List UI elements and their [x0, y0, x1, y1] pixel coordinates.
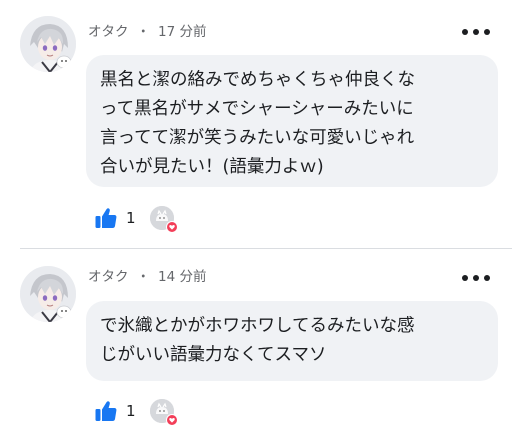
comment-text-line: 黒名と潔の絡みでめちゃくちゃ仲良くな — [100, 70, 415, 90]
comment-text-line: 言ってて潔が笑うみたいな可愛いじゃれ — [100, 128, 415, 148]
comment: オタク・ 17 分前 黒名と潔の絡みでめちゃくちゃ仲良くな って黒名がサメでシャー… — [0, 0, 512, 240]
thumbs-up-icon — [95, 401, 117, 421]
comment-divider — [20, 248, 512, 249]
reaction-bar: 1 — [92, 396, 178, 426]
comment-bubble: で氷織とかがホワホワしてるみたいな感 じがいい語彙力なくてスマソ — [86, 301, 498, 381]
heart-reaction-badge — [166, 414, 178, 426]
heart-icon — [167, 222, 177, 232]
thumbs-up-icon — [95, 208, 117, 228]
heart-reaction-badge — [166, 221, 178, 233]
timestamp[interactable]: 17 分前 — [158, 24, 206, 40]
comment-bubble: 黒名と潔の絡みでめちゃくちゃ仲良くな って黒名がサメでシャーシャーみたいに 言っ… — [86, 55, 498, 187]
more-options-button[interactable] — [462, 271, 490, 285]
dot-icon — [462, 275, 468, 281]
avatar[interactable] — [20, 266, 76, 322]
comment-text-line: で氷織とかがホワホワしてるみたいな感 — [100, 316, 415, 336]
comment-text-line: じがいい語彙力なくてスマソ — [100, 345, 327, 365]
like-button[interactable] — [92, 204, 120, 232]
meta-separator: ・ — [136, 269, 151, 285]
author-name[interactable]: オタク — [88, 24, 129, 40]
author-name[interactable]: オタク — [88, 269, 129, 285]
reactor-avatar[interactable] — [150, 399, 178, 426]
dot-icon — [462, 29, 468, 35]
like-button[interactable] — [92, 397, 120, 425]
like-count[interactable]: 1 — [126, 209, 138, 227]
dot-icon — [473, 275, 479, 281]
reactor-avatar[interactable] — [150, 206, 178, 233]
comment-meta: オタク・ 14 分前 — [88, 267, 206, 287]
comment-text-line: 合いが見たい！(語彙力よｗ) — [100, 157, 324, 177]
more-options-button[interactable] — [462, 25, 490, 39]
avatar[interactable] — [20, 16, 76, 72]
comment: オタク・ 14 分前 で氷織とかがホワホワしてるみたいな感 じがいい語彙力なくてス… — [0, 250, 512, 428]
dot-icon — [473, 29, 479, 35]
comment-text-line: って黒名がサメでシャーシャーみたいに — [100, 99, 414, 119]
reaction-bar: 1 — [92, 203, 178, 233]
dot-icon — [484, 29, 490, 35]
heart-icon — [167, 415, 177, 425]
timestamp[interactable]: 14 分前 — [158, 269, 206, 285]
meta-separator: ・ — [136, 24, 151, 40]
like-count[interactable]: 1 — [126, 402, 138, 420]
dot-icon — [484, 275, 490, 281]
comment-thread: オタク・ 17 分前 黒名と潔の絡みでめちゃくちゃ仲良くな って黒名がサメでシャー… — [0, 0, 512, 428]
comment-meta: オタク・ 17 分前 — [88, 22, 206, 42]
